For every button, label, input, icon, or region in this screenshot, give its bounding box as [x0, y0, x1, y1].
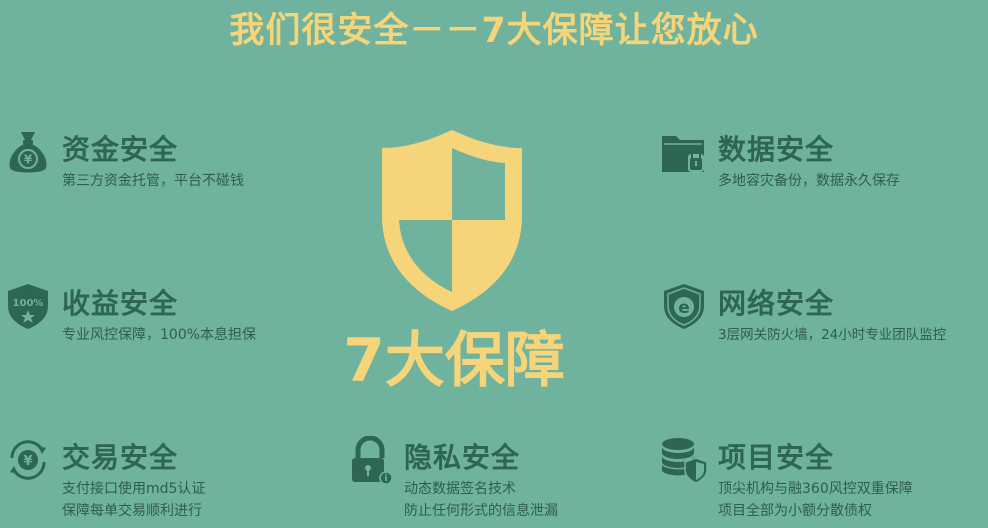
feature-description: 多地容灾备份，数据永久保存 — [718, 170, 900, 192]
description-line: 支付接口使用md5认证 — [62, 481, 206, 497]
badge-100-icon: 100% — [4, 282, 52, 330]
description-line: 防止任何形式的信息泄漏 — [404, 503, 558, 519]
shield-e-icon: e — [660, 282, 708, 330]
yen-cycle-icon: ¥ — [4, 436, 52, 484]
feature-title: 隐私安全 — [404, 441, 521, 474]
description-line: 第三方资金托管，平台不碰钱 — [62, 173, 244, 189]
feature-description: 动态数据签名技术 防止任何形式的信息泄漏 — [404, 478, 558, 522]
folder-lock-icon — [660, 128, 708, 176]
description-line: 专业风控保障，100%本息担保 — [62, 327, 257, 343]
feature-title: 收益安全 — [62, 287, 179, 320]
description-line: 项目全部为小额分散债权 — [718, 503, 872, 519]
badge-text: 100% — [13, 298, 44, 309]
feature-title: 资金安全 — [62, 133, 179, 166]
padlock-icon — [346, 436, 394, 484]
feature-title: 数据安全 — [718, 133, 835, 166]
center-label: 7大保障 — [343, 326, 565, 396]
description-line: 动态数据签名技术 — [404, 481, 516, 497]
description-line: 保障每单交易顺利进行 — [62, 503, 202, 519]
database-shield-icon — [660, 436, 708, 484]
feature-title: 交易安全 — [62, 441, 179, 474]
central-shield-icon — [378, 128, 526, 313]
svg-text:¥: ¥ — [23, 454, 32, 469]
feature-description: 支付接口使用md5认证 保障每单交易顺利进行 — [62, 478, 205, 522]
page-headline: 我们很安全－－7大保障让您放心 — [229, 11, 759, 51]
feature-description: 第三方资金托管，平台不碰钱 — [62, 170, 244, 192]
description-line: 多地容灾备份，数据永久保存 — [718, 173, 900, 189]
feature-title: 网络安全 — [718, 287, 835, 320]
shield-letter: e — [678, 298, 690, 318]
svg-text:¥: ¥ — [24, 153, 33, 167]
description-line: 3层网关防火墙，24小时专业团队监控 — [718, 327, 947, 343]
money-bag-icon: ¥ — [4, 128, 52, 176]
description-line: 顶尖机构与融360风控双重保障 — [718, 481, 913, 497]
feature-description: 3层网关防火墙，24小时专业团队监控 — [718, 324, 946, 346]
feature-description: 顶尖机构与融360风控双重保障 项目全部为小额分散债权 — [718, 478, 913, 522]
feature-description: 专业风控保障，100%本息担保 — [62, 324, 256, 346]
feature-title: 项目安全 — [718, 441, 835, 474]
